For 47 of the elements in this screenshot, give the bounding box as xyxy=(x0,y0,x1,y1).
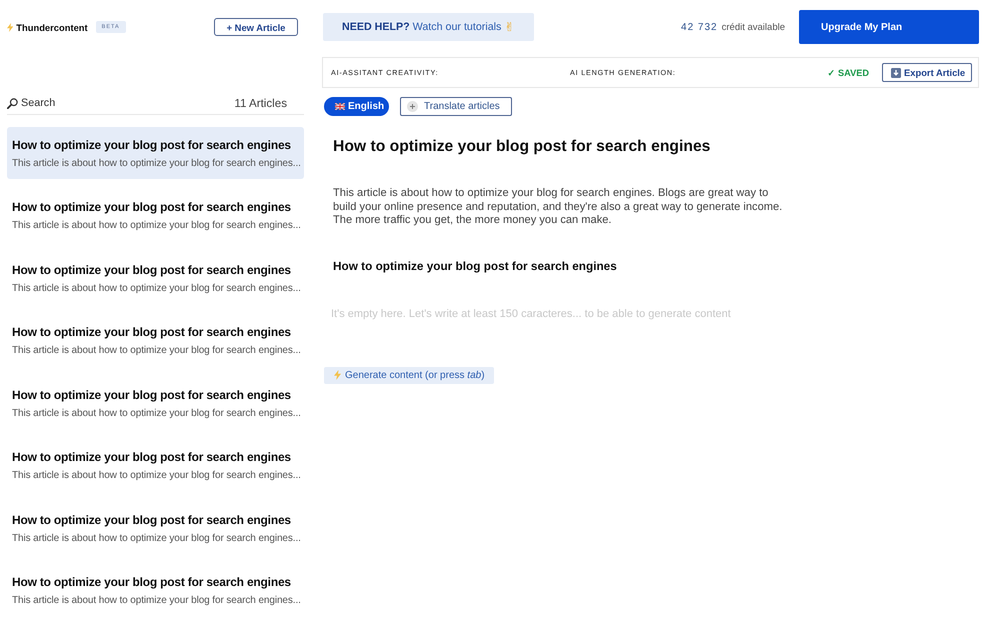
article-list-item[interactable]: How to optimize your blog post for search engines This article is about how to optimize your blog for search engines... xyxy=(7,127,304,179)
article-excerpt: This article is about how to optimize your blog for search engines... xyxy=(12,282,299,294)
article-title: How to optimize your blog post for search engines xyxy=(12,512,292,528)
saved-status: ✓ SAVED xyxy=(827,67,869,78)
article-excerpt: This article is about how to optimize your blog for search engines... xyxy=(12,470,299,481)
section-heading: How to optimize your blog post for search engines xyxy=(333,258,618,272)
new-article-button[interactable]: + New Article xyxy=(214,18,298,36)
article-title: How to optimize your blog post for search engines xyxy=(12,575,292,590)
credit-label: crédit available xyxy=(722,22,785,32)
lightning-bolt-icon xyxy=(7,22,14,32)
article-count: 11 Articles xyxy=(234,96,287,110)
translate-articles-button[interactable]: Translate articles xyxy=(400,97,512,116)
article-list-item[interactable]: How to optimize your blog post for search engines This article is about how to optimize your blog for search engines... xyxy=(7,252,304,304)
article-heading: How to optimize your blog post for search engines xyxy=(333,138,712,156)
search-field[interactable]: Search xyxy=(18,97,138,109)
flag-icon xyxy=(335,103,345,110)
article-title: How to optimize your blog post for search engines xyxy=(12,200,292,215)
help-tutorials-button[interactable]: NEED HELP? Watch our tutorials ✌ xyxy=(323,13,534,41)
article-list-item[interactable]: How to optimize your blog post for search engines This article is about how to optimize your blog for search engines... xyxy=(7,564,304,616)
plus-circle-icon xyxy=(407,101,418,112)
brand-name: Thundercontent xyxy=(16,22,88,32)
upgrade-plan-button[interactable]: Upgrade My Plan xyxy=(799,10,979,44)
article-title: How to optimize your blog post for search engines xyxy=(12,450,292,465)
article-title: How to optimize your blog post for search engines xyxy=(12,388,292,402)
article-title: How to optimize your blog post for search engines xyxy=(12,262,292,278)
article-excerpt: This article is about how to optimize your blog for search engines... xyxy=(12,408,299,418)
download-box-icon xyxy=(891,68,901,78)
search-icon xyxy=(7,98,18,108)
article-excerpt: This article is about how to optimize your blog for search engines... xyxy=(12,532,299,544)
export-article-button[interactable]: Export Article xyxy=(882,63,972,82)
credit-amount: 42 732 xyxy=(681,22,718,32)
article-title: How to optimize your blog post for search engines xyxy=(12,325,292,340)
article-excerpt: This article is about how to optimize your blog for search engines... xyxy=(12,345,299,356)
article-excerpt: This article is about how to optimize your blog for search engines... xyxy=(12,595,299,606)
lightning-bolt-icon xyxy=(334,370,341,380)
generate-content-button[interactable]: Generate content (or press tab) xyxy=(324,366,494,384)
article-list-item[interactable]: How to optimize your blog post for search engines This article is about how to optimize your blog for search engines... xyxy=(7,502,304,554)
article-title: How to optimize your blog post for search engines xyxy=(12,138,292,152)
article-excerpt: This article is about how to optimize your blog for search engines... xyxy=(12,220,299,231)
article-list-item[interactable]: How to optimize your blog post for search engines This article is about how to optimize your blog for search engines... xyxy=(7,314,304,366)
article-list-item[interactable]: How to optimize your blog post for search engines This article is about how to optimize your blog for search engines... xyxy=(7,377,304,429)
article-list-item[interactable]: How to optimize your blog post for search engines This article is about how to optimize your blog for search engines... xyxy=(7,440,304,492)
article-intro: This article is about how to optimize your blog for search engines. Blogs are great way to build your online presence and reputation, and they're also a great way to generate income. The more traffic you get, the more money you can make. xyxy=(333,187,784,228)
language-button[interactable]: English xyxy=(324,97,389,116)
article-list-item[interactable]: How to optimize your blog post for search engines This article is about how to optimize your blog for search engines... xyxy=(7,190,304,242)
article-excerpt: This article is about how to optimize your blog for search engines... xyxy=(12,158,299,168)
victory-hand-icon: ✌ xyxy=(504,20,514,34)
